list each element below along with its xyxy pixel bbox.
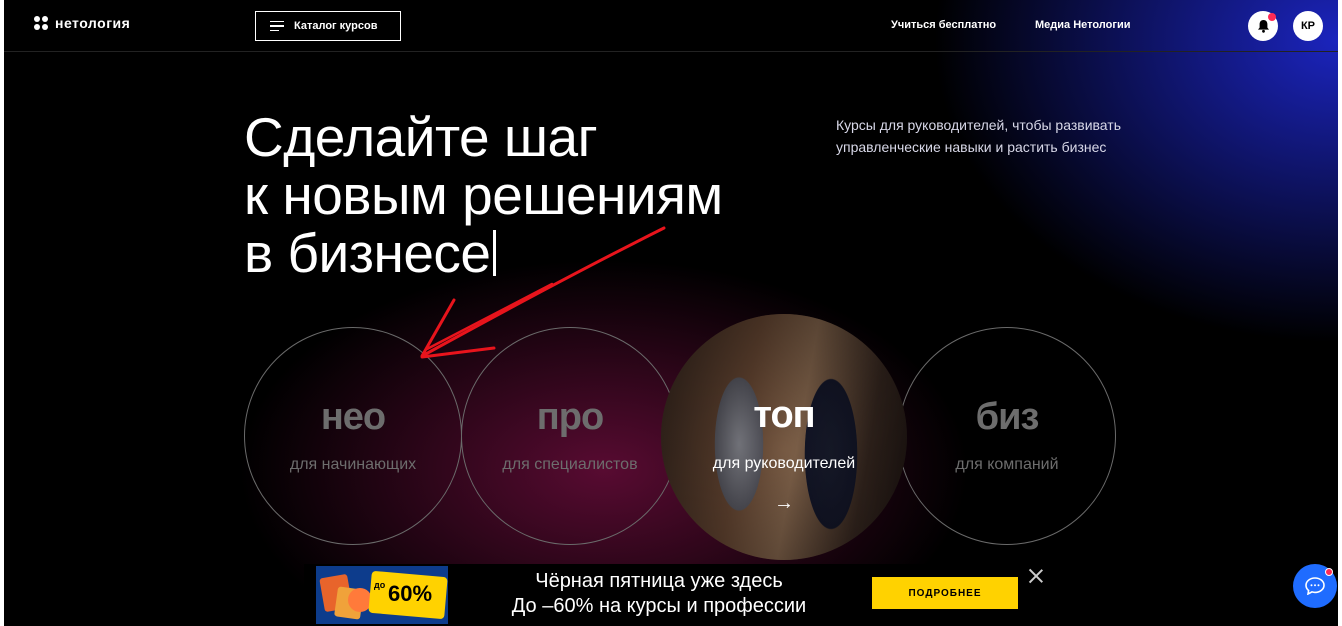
hero-title-line-3: в бизнесе (244, 224, 723, 282)
hero-title-line-1: Сделайте шаг (244, 106, 598, 168)
level-tag: биз (975, 396, 1040, 438)
chat-button[interactable] (1293, 564, 1337, 608)
level-photo (661, 314, 907, 560)
promo-more-button[interactable]: ПОДРОБНЕЕ (872, 577, 1018, 609)
level-desc: для компаний (955, 456, 1059, 473)
logo-icon (34, 16, 48, 30)
level-desc: для начинающих (289, 456, 417, 473)
level-card-biz[interactable]: биз для компаний (898, 327, 1116, 545)
site-header: нетология Каталог курсов Учиться бесплат… (4, 0, 1338, 52)
hero-subtitle: Курсы для руководителей, чтобы развивать… (836, 117, 1121, 155)
level-tag: нео (320, 396, 386, 438)
level-desc: для специалистов (502, 456, 638, 473)
promo-banner: до 60% Чёрная пятница уже здесь До –60% … (304, 564, 1334, 626)
avatar[interactable]: КР (1293, 11, 1323, 41)
promo-illustration: до 60% (316, 566, 448, 624)
chat-icon (1305, 577, 1325, 595)
logo[interactable]: нетология (34, 15, 130, 31)
close-icon[interactable] (1026, 566, 1046, 586)
bell-icon (1257, 20, 1269, 33)
catalog-label: Каталог курсов (294, 20, 378, 32)
text-caret (492, 230, 496, 276)
arrow-right-icon: → (774, 492, 794, 514)
promo-subtitle: До –60% на курсы и профессии (511, 595, 807, 617)
level-tag: топ (753, 394, 815, 436)
promo-badge-prefix: до (374, 580, 386, 590)
promo-title: Чёрная пятница уже здесь (535, 570, 783, 592)
hero-title: Сделайте шаг к новым решениям в бизнесе (244, 108, 723, 282)
menu-icon (270, 18, 284, 35)
level-card-top[interactable]: топ для руководителей → (661, 314, 907, 560)
level-tag: про (536, 396, 604, 438)
level-card-neo[interactable]: нео для начинающих (244, 327, 462, 545)
level-card-pro[interactable]: про для специалистов (461, 327, 679, 545)
page: нетология Каталог курсов Учиться бесплат… (4, 0, 1338, 626)
catalog-button[interactable]: Каталог курсов (255, 11, 401, 41)
notification-badge (1268, 13, 1276, 21)
promo-badge-value: 60% (388, 581, 433, 606)
level-desc: для руководителей (712, 455, 856, 472)
notifications-button[interactable] (1248, 11, 1278, 41)
logo-text: нетология (55, 15, 131, 31)
nav-media[interactable]: Медиа Нетологии (1035, 19, 1130, 31)
hero-title-line-2: к новым решениям (244, 164, 723, 226)
nav-learn-free[interactable]: Учиться бесплатно (891, 19, 996, 31)
chat-badge (1325, 568, 1333, 576)
